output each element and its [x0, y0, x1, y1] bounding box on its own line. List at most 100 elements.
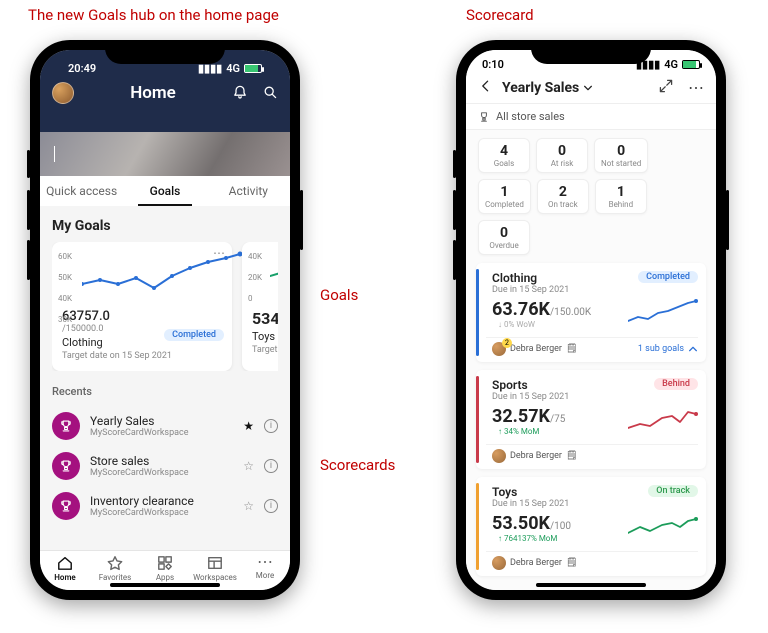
- recents-heading: Recents: [52, 385, 278, 398]
- note-icon: 🗒: [566, 451, 577, 461]
- scorecard-title[interactable]: Yearly Sales: [502, 80, 650, 96]
- home-indicator: [536, 583, 646, 587]
- status-time: 0:10: [482, 58, 504, 71]
- goal-value: 63.76K: [492, 299, 550, 320]
- recent-item[interactable]: Yearly SalesMyScoreCardWorkspace ★ i: [52, 406, 278, 446]
- tab-activity[interactable]: Activity: [207, 176, 290, 206]
- goal-date: Target date on 15 Sep 2021: [62, 351, 222, 361]
- goal-delta: ↓0% WoW: [492, 320, 620, 329]
- goal-name: Clothing: [492, 271, 569, 285]
- nav-favorites[interactable]: Favorites: [90, 555, 140, 582]
- phone-home: 20:49 ▮▮▮▮ 4G Home: [30, 40, 300, 600]
- goal-value: 534: [252, 309, 278, 328]
- section-my-goals: My Goals: [52, 218, 278, 234]
- star-icon[interactable]: ☆: [243, 499, 254, 513]
- chip-at-risk[interactable]: 0At risk: [536, 138, 588, 173]
- avatar: [492, 342, 506, 356]
- recent-title: Yearly Sales: [90, 414, 233, 428]
- note-icon: 🗒: [566, 344, 577, 354]
- breadcrumb[interactable]: All store sales: [466, 104, 716, 130]
- network-label: 4G: [664, 58, 678, 71]
- signal-icon: ▮▮▮▮: [198, 62, 222, 75]
- chip-overdue[interactable]: 0Overdue: [478, 220, 530, 255]
- info-icon[interactable]: i: [264, 459, 278, 473]
- arrow-up-icon: ↑: [498, 427, 502, 436]
- star-icon[interactable]: ☆: [243, 459, 254, 473]
- trophy-icon: [52, 452, 80, 480]
- battery-icon: [244, 64, 262, 73]
- sparkline: [628, 513, 698, 543]
- sparkline: [628, 406, 698, 436]
- goal-row-clothing[interactable]: Clothing Due in 15 Sep 2021 Completed 63…: [476, 263, 706, 362]
- home-indicator: [110, 583, 220, 587]
- hero-banner[interactable]: [40, 132, 290, 176]
- chevron-down-icon: [583, 83, 593, 93]
- status-badge: Completed: [164, 329, 224, 341]
- recent-workspace: MyScoreCardWorkspace: [90, 428, 233, 438]
- chip-completed[interactable]: 1Completed: [478, 179, 531, 214]
- recent-title: Store sales: [90, 454, 233, 468]
- goal-row-toys[interactable]: Toys Due in 15 Sep 2021 On track 53.50K/…: [476, 477, 706, 576]
- recent-item[interactable]: Store salesMyScoreCardWorkspace ☆ i: [52, 446, 278, 486]
- goal-due: Due in 15 Sep 2021: [492, 392, 569, 402]
- status-bar-color: [476, 269, 479, 356]
- nav-more[interactable]: ⋯More: [240, 555, 290, 582]
- more-icon[interactable]: ⋯: [213, 246, 226, 260]
- star-icon[interactable]: ★: [243, 419, 254, 433]
- nav-home[interactable]: Home: [40, 555, 90, 582]
- info-icon[interactable]: i: [264, 499, 278, 513]
- goal-due: Due in 15 Sep 2021: [492, 499, 569, 509]
- chip-behind[interactable]: 1Behind: [595, 179, 647, 214]
- sparkline: [270, 250, 278, 302]
- chip-on-track[interactable]: 2On track: [537, 179, 589, 214]
- recent-workspace: MyScoreCardWorkspace: [90, 468, 233, 478]
- goal-owner[interactable]: Debra Berger 🗒: [492, 342, 577, 356]
- arrow-up-icon: ↑: [498, 534, 502, 543]
- chip-not-started[interactable]: 0Not started: [594, 138, 648, 173]
- goal-card-toys[interactable]: 40K 20K 0 534 Toys Target: [242, 242, 278, 371]
- y-axis: 40K 20K 0: [248, 252, 262, 303]
- status-badge: Completed: [638, 271, 698, 283]
- goal-date: Target: [252, 345, 278, 355]
- avatar: [492, 556, 506, 570]
- bell-icon[interactable]: [232, 84, 248, 103]
- status-time: 20:49: [68, 62, 96, 75]
- avatar[interactable]: [52, 82, 74, 104]
- tab-quick-access[interactable]: Quick access: [40, 176, 123, 206]
- tab-goals[interactable]: Goals: [123, 176, 206, 206]
- arrow-down-icon: ↓: [498, 320, 502, 329]
- goal-owner[interactable]: Debra Berger 🗒: [492, 556, 577, 570]
- goal-name: Toys: [492, 485, 569, 499]
- goal-target: /100: [550, 521, 571, 532]
- recent-item[interactable]: Inventory clearanceMyScoreCardWorkspace …: [52, 486, 278, 526]
- status-chips: 4Goals 0At risk 0Not started 1Completed …: [466, 130, 716, 257]
- battery-icon: [682, 60, 700, 69]
- trophy-icon: [52, 492, 80, 520]
- goal-row-sports[interactable]: Sports Due in 15 Sep 2021 Behind 32.57K/…: [476, 370, 706, 469]
- goals-carousel[interactable]: ⋯ 60K 50K 40K 30K 63757.0 /150000.0 Clot…: [52, 242, 278, 371]
- goal-value: 53.50K: [492, 513, 550, 534]
- info-icon[interactable]: i: [264, 419, 278, 433]
- more-icon[interactable]: ⋯: [688, 78, 704, 97]
- goal-target: /150.00K: [550, 307, 591, 318]
- status-bar-color: [476, 483, 479, 570]
- status-bar: 20:49 ▮▮▮▮ 4G: [52, 54, 278, 78]
- nav-apps[interactable]: Apps: [140, 555, 190, 582]
- trophy-icon: [52, 412, 80, 440]
- recent-title: Inventory clearance: [90, 494, 233, 508]
- chip-goals[interactable]: 4Goals: [478, 138, 530, 173]
- phone-scorecard: 0:10 ▮▮▮▮ 4G Yearly Sales ⋯ All store sa…: [456, 40, 726, 600]
- search-icon[interactable]: [262, 84, 278, 103]
- sub-goals-toggle[interactable]: 1 sub goals: [638, 344, 698, 354]
- annot-goals: Goals: [320, 286, 358, 304]
- expand-icon[interactable]: [658, 78, 674, 97]
- back-icon[interactable]: [478, 78, 494, 97]
- goal-delta: ↑34% MoM: [492, 427, 620, 436]
- goal-card-clothing[interactable]: ⋯ 60K 50K 40K 30K 63757.0 /150000.0 Clot…: [52, 242, 232, 371]
- chevron-up-icon: [688, 344, 698, 354]
- nav-workspaces[interactable]: Workspaces: [190, 555, 240, 582]
- avatar: [492, 449, 506, 463]
- home-tabs: Quick access Goals Activity: [40, 176, 290, 206]
- goal-delta: ↑764137% MoM: [492, 534, 620, 543]
- goal-owner[interactable]: Debra Berger 🗒: [492, 449, 577, 463]
